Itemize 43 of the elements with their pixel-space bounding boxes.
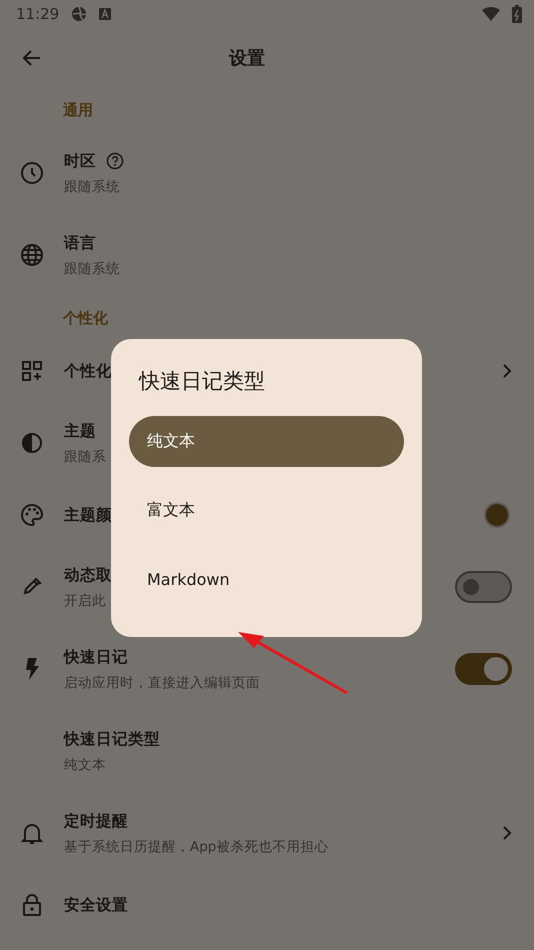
setting-title[interactable]: 个性化 — [64, 360, 112, 382]
setting-title[interactable]: 主题颜 — [64, 504, 112, 526]
section-header: 通用 — [63, 100, 93, 120]
section-header: 个性化 — [63, 308, 108, 328]
help-icon[interactable] — [106, 152, 124, 170]
setting-title[interactable]: 安全设置 — [64, 894, 128, 916]
bolt-icon — [24, 658, 38, 680]
dialog-option[interactable]: 富文本 — [129, 485, 404, 536]
setting-subtitle: 跟随系统 — [64, 178, 121, 196]
setting-subtitle: 跟随系统 — [64, 260, 121, 278]
setting-title[interactable]: 动态取 — [64, 564, 112, 586]
setting-subtitle: 启动应用时，直接进入编辑页面 — [64, 674, 261, 692]
dialog-title: 快速日记类型 — [139, 368, 265, 395]
setting-title[interactable]: 定时提醒 — [64, 810, 128, 832]
dialog-option[interactable]: 纯文本 — [129, 416, 404, 467]
globe-icon — [20, 243, 44, 267]
setting-subtitle: 基于系统日历提醒，App被杀死也不用担心 — [64, 838, 330, 856]
setting-subtitle: 纯文本 — [64, 756, 107, 774]
palette-icon — [20, 503, 44, 527]
battery-icon — [512, 5, 522, 23]
setting-title[interactable]: 快速日记 — [64, 646, 128, 668]
clock-icon — [20, 161, 44, 185]
setting-subtitle: 跟随系 — [64, 448, 107, 466]
dialog-option[interactable]: Markdown — [129, 554, 404, 605]
setting-title[interactable]: 语言 — [64, 232, 96, 254]
chevron-right-icon — [502, 363, 512, 379]
lock-icon — [22, 893, 42, 917]
toggle-switch[interactable] — [455, 571, 512, 603]
wifi-icon — [482, 7, 500, 21]
toggle-switch[interactable] — [455, 653, 512, 685]
setting-title[interactable]: 主题 — [64, 420, 96, 442]
bell-icon — [20, 821, 42, 845]
setting-subtitle: 开启此 — [64, 592, 107, 610]
aperture-icon — [71, 6, 88, 22]
contrast-icon — [20, 431, 44, 455]
status-time: 11:29 — [16, 5, 60, 23]
color-swatch[interactable] — [486, 504, 508, 526]
setting-title[interactable]: 快速日记类型 — [64, 728, 160, 750]
grid-plus-icon — [20, 359, 44, 383]
setting-title[interactable]: 时区 — [64, 150, 96, 172]
page-title: 设置 — [229, 47, 265, 70]
chevron-right-icon — [502, 825, 512, 841]
app-notification-icon — [99, 8, 112, 20]
